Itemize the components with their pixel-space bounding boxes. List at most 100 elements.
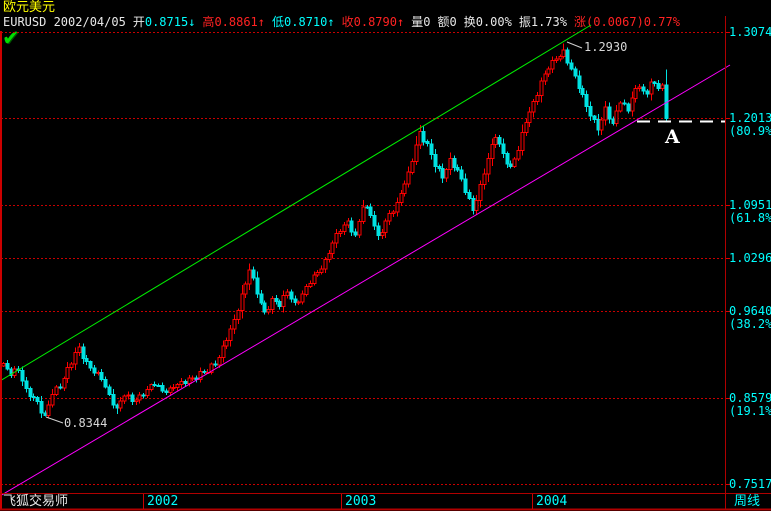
- candle[interactable]: [561, 43, 566, 59]
- candle[interactable]: [281, 290, 286, 313]
- candle[interactable]: [425, 139, 430, 147]
- candle[interactable]: [656, 80, 661, 92]
- candle[interactable]: [361, 199, 366, 225]
- candle[interactable]: [429, 138, 434, 160]
- candle[interactable]: [622, 99, 627, 106]
- candle[interactable]: [141, 393, 146, 399]
- candle[interactable]: [262, 300, 267, 315]
- candle[interactable]: [300, 290, 305, 305]
- candle[interactable]: [550, 56, 555, 73]
- candle[interactable]: [5, 360, 10, 371]
- candle[interactable]: [482, 168, 487, 190]
- candle[interactable]: [357, 219, 362, 239]
- candle[interactable]: [486, 152, 491, 182]
- candle[interactable]: [603, 101, 608, 126]
- candle[interactable]: [478, 180, 483, 208]
- candle[interactable]: [387, 209, 392, 225]
- candle[interactable]: [152, 381, 157, 387]
- annotation-low-price[interactable]: 0.8344: [64, 417, 107, 430]
- candle[interactable]: [54, 384, 59, 396]
- candle[interactable]: [406, 166, 411, 188]
- annotation-point-a[interactable]: A: [665, 127, 680, 147]
- candle[interactable]: [88, 360, 93, 372]
- candle[interactable]: [103, 376, 108, 389]
- candle[interactable]: [304, 284, 309, 297]
- candle[interactable]: [512, 156, 517, 169]
- candle[interactable]: [516, 146, 521, 161]
- candle[interactable]: [323, 256, 328, 274]
- channel-lower-trendline[interactable]: [0, 64, 731, 497]
- candle[interactable]: [539, 77, 544, 103]
- candle[interactable]: [342, 222, 347, 235]
- candle[interactable]: [531, 98, 536, 118]
- candle[interactable]: [414, 136, 419, 166]
- candle[interactable]: [107, 384, 112, 397]
- candle[interactable]: [209, 362, 214, 375]
- candle[interactable]: [448, 152, 453, 175]
- candle[interactable]: [50, 389, 55, 408]
- candle[interactable]: [77, 343, 82, 356]
- candle[interactable]: [285, 288, 290, 299]
- candle[interactable]: [660, 83, 665, 91]
- candle[interactable]: [73, 347, 78, 370]
- channel-upper-trendline[interactable]: [0, 24, 592, 382]
- candle[interactable]: [156, 383, 161, 387]
- candle[interactable]: [111, 388, 116, 409]
- candle[interactable]: [255, 271, 260, 299]
- candle[interactable]: [626, 102, 631, 114]
- candle[interactable]: [175, 382, 180, 391]
- candle[interactable]: [160, 382, 165, 393]
- candle[interactable]: [213, 360, 218, 368]
- candle[interactable]: [319, 265, 324, 275]
- candle[interactable]: [122, 394, 127, 405]
- candle[interactable]: [179, 377, 184, 388]
- candle[interactable]: [20, 366, 25, 387]
- candle[interactable]: [130, 392, 135, 406]
- candle[interactable]: [334, 229, 339, 248]
- candle[interactable]: [584, 90, 589, 113]
- candlestick-chart-canvas[interactable]: [0, 0, 771, 511]
- candle[interactable]: [565, 47, 570, 66]
- candle[interactable]: [614, 105, 619, 127]
- candle[interactable]: [497, 135, 502, 147]
- annotation-high-price[interactable]: 1.2930: [584, 41, 627, 54]
- candle[interactable]: [645, 89, 650, 98]
- candle[interactable]: [259, 289, 264, 305]
- candle[interactable]: [353, 228, 358, 237]
- candle[interactable]: [535, 91, 540, 105]
- candle[interactable]: [289, 289, 294, 303]
- candle[interactable]: [599, 116, 604, 135]
- candle[interactable]: [236, 308, 241, 324]
- candle[interactable]: [338, 229, 343, 238]
- candle[interactable]: [410, 158, 415, 175]
- candle[interactable]: [69, 361, 74, 371]
- candle[interactable]: [198, 367, 203, 383]
- timeframe-label[interactable]: 周线: [734, 494, 760, 510]
- candle[interactable]: [46, 400, 51, 419]
- candle[interactable]: [35, 395, 40, 405]
- candle[interactable]: [433, 149, 438, 173]
- candle[interactable]: [573, 66, 578, 79]
- candle[interactable]: [145, 386, 150, 399]
- candle[interactable]: [520, 124, 525, 156]
- candle[interactable]: [232, 314, 237, 335]
- candle[interactable]: [247, 263, 252, 290]
- candle[interactable]: [266, 305, 271, 315]
- candle[interactable]: [349, 217, 354, 237]
- candle[interactable]: [664, 69, 669, 122]
- candle[interactable]: [463, 173, 468, 196]
- candle[interactable]: [641, 83, 646, 95]
- candle[interactable]: [501, 138, 506, 158]
- candle[interactable]: [459, 166, 464, 182]
- candle[interactable]: [444, 168, 449, 183]
- candle[interactable]: [467, 189, 472, 201]
- candle[interactable]: [168, 385, 173, 396]
- candle[interactable]: [618, 100, 623, 113]
- candle[interactable]: [308, 280, 313, 288]
- candle[interactable]: [372, 210, 377, 231]
- candle[interactable]: [376, 222, 381, 241]
- candle[interactable]: [24, 377, 29, 393]
- candle[interactable]: [1, 362, 6, 367]
- candle[interactable]: [637, 84, 642, 92]
- candle[interactable]: [39, 395, 44, 418]
